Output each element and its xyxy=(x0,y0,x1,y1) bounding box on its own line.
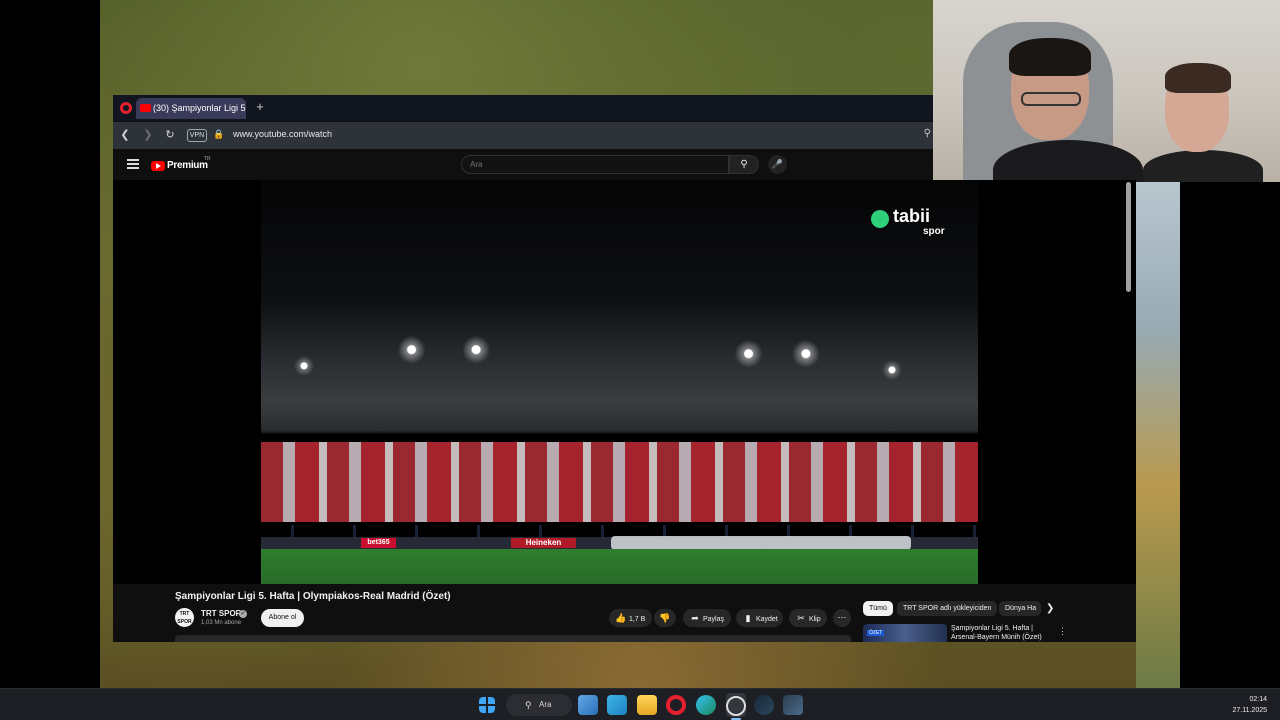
search-icon[interactable]: ⚲ xyxy=(924,128,931,139)
video-title: Şampiyonlar Ligi 5. Hafta | Olympiakos-R… xyxy=(175,591,451,602)
share-icon: ➦ xyxy=(691,613,699,623)
tab-bar: (30) Şampiyonlar Ligi 5. H + xyxy=(113,95,933,121)
scrollbar-thumb[interactable] xyxy=(1126,182,1131,292)
broadcaster-watermark: tabii spor xyxy=(871,206,951,242)
subscriber-count: 1,03 Mn abone xyxy=(201,620,242,626)
like-count: 1,7 B xyxy=(628,616,646,623)
person-left-hair xyxy=(1009,38,1091,76)
clock-time: 02:14 xyxy=(1249,696,1267,703)
channel-avatar[interactable]: TRT SPOR xyxy=(175,608,194,627)
video-info: Şampiyonlar Ligi 5. Hafta | Olympiakos-R… xyxy=(113,584,1136,642)
recommended-thumbnail[interactable]: ÖZET xyxy=(863,624,947,642)
forward-icon[interactable]: ❯ xyxy=(141,128,155,142)
address-bar: ❮ ❯ ↻ VPN 🔒 www.youtube.com/watch ⚲ xyxy=(113,122,933,149)
search-input[interactable]: Ara xyxy=(461,155,729,174)
glasses xyxy=(1021,92,1081,106)
new-tab-button[interactable]: + xyxy=(253,100,267,114)
recommended-title[interactable]: Şampiyonlar Ligi 5. Hafta | Arsenal-Baye… xyxy=(951,624,1051,642)
scissors-icon: ✂ xyxy=(797,613,805,623)
channel-name[interactable]: TRT SPOR xyxy=(201,609,241,618)
taskbar: ⚲ Ara 02:14 27.11.2025 xyxy=(0,688,1280,720)
task-view-icon[interactable] xyxy=(578,695,598,715)
windows-start-icon[interactable] xyxy=(479,697,495,713)
microphone-icon[interactable]: 🎤 xyxy=(768,155,787,174)
steam-icon[interactable] xyxy=(754,695,774,715)
starball-banner xyxy=(611,536,911,550)
taskbar-search-label: Ara xyxy=(539,700,552,709)
description-box[interactable] xyxy=(175,635,851,642)
tabii-flower-icon xyxy=(871,210,889,228)
stadium-crowd-choreo xyxy=(261,442,978,522)
chevron-right-icon[interactable]: ❯ xyxy=(1046,601,1054,616)
search-icon: ⚲ xyxy=(525,700,532,710)
search-placeholder: Ara xyxy=(470,160,483,169)
verified-icon: ✓ xyxy=(239,610,247,618)
youtube-favicon-icon xyxy=(140,104,151,112)
like-button[interactable]: 👍 1,7 B xyxy=(609,609,652,627)
subscribe-button[interactable]: Abone ol xyxy=(261,609,304,627)
adboard-sponsor-1: bet365 xyxy=(361,538,396,548)
save-button[interactable]: ▮ Kaydet xyxy=(736,609,783,627)
youtube-logo-icon[interactable] xyxy=(151,161,165,171)
thumbnail-badge: ÖZET xyxy=(867,630,885,636)
tab-title: (30) Şampiyonlar Ligi 5. H xyxy=(153,103,246,113)
chip-all[interactable]: Tümü xyxy=(863,601,893,616)
tabii-sub: spor xyxy=(923,226,945,237)
thumbs-up-icon: 👍 xyxy=(615,613,627,623)
kebab-menu-icon[interactable]: ⋮ xyxy=(1058,626,1067,637)
menu-icon[interactable] xyxy=(127,159,139,169)
reload-icon[interactable]: ↻ xyxy=(163,128,177,142)
chip-world[interactable]: Dünya Ha xyxy=(999,601,1041,616)
video-player[interactable]: bet365 Heineken tabii spor ⌄ xyxy=(113,180,1136,639)
chip-from-uploader[interactable]: TRT SPOR adlı yükleyiciden xyxy=(897,601,998,616)
opera-gx-icon[interactable] xyxy=(726,696,746,716)
bookmark-icon: ▮ xyxy=(745,613,751,623)
opera-icon[interactable] xyxy=(120,102,132,114)
search-button[interactable]: ⚲ xyxy=(729,155,759,174)
desktop-wallpaper-edge xyxy=(1136,182,1180,688)
thumbs-down-icon: 👎 xyxy=(659,613,671,623)
clip-label: Klip xyxy=(808,616,821,623)
dislike-button[interactable]: 👎 xyxy=(654,609,676,627)
person-right-body xyxy=(1143,150,1263,182)
webcam-overlay xyxy=(933,0,1280,182)
back-icon[interactable]: ❮ xyxy=(118,128,132,142)
adboard-sponsor-2: Heineken xyxy=(511,538,576,548)
share-button[interactable]: ➦ Paylaş xyxy=(683,609,731,627)
lock-icon[interactable]: 🔒 xyxy=(213,129,224,140)
edge-browser-icon[interactable] xyxy=(696,695,716,715)
person-right-hair xyxy=(1165,63,1231,93)
clip-button[interactable]: ✂ Klip xyxy=(789,609,827,627)
url-field[interactable]: www.youtube.com/watch xyxy=(233,129,332,139)
vpn-badge[interactable]: VPN xyxy=(187,129,207,142)
tabii-brand: tabii xyxy=(893,206,931,226)
share-label: Paylaş xyxy=(702,616,724,623)
save-label: Kaydet xyxy=(755,616,778,623)
pitch xyxy=(261,549,978,584)
clock-date: 27.11.2025 xyxy=(1232,707,1267,714)
system-clock[interactable]: 02:14 27.11.2025 xyxy=(1232,694,1267,716)
more-actions-button[interactable]: ⋯ xyxy=(833,609,851,627)
opera-browser-icon[interactable] xyxy=(666,695,686,715)
browser-window: (30) Şampiyonlar Ligi 5. H + ❮ ❯ ↻ VPN 🔒… xyxy=(113,95,1136,642)
region-code: TR xyxy=(204,156,211,162)
taskbar-search[interactable]: ⚲ Ara xyxy=(506,694,572,716)
youtube-brand[interactable]: Premium xyxy=(167,160,208,171)
file-explorer-icon[interactable] xyxy=(637,695,657,715)
app-icon[interactable] xyxy=(783,695,803,715)
tab-youtube[interactable]: (30) Şampiyonlar Ligi 5. H xyxy=(136,98,246,119)
youtube-header: Premium TR Ara ⚲ 🎤 xyxy=(113,150,933,180)
desktop-app-icon[interactable] xyxy=(607,695,627,715)
video-frame[interactable]: bet365 Heineken tabii spor xyxy=(261,180,978,584)
